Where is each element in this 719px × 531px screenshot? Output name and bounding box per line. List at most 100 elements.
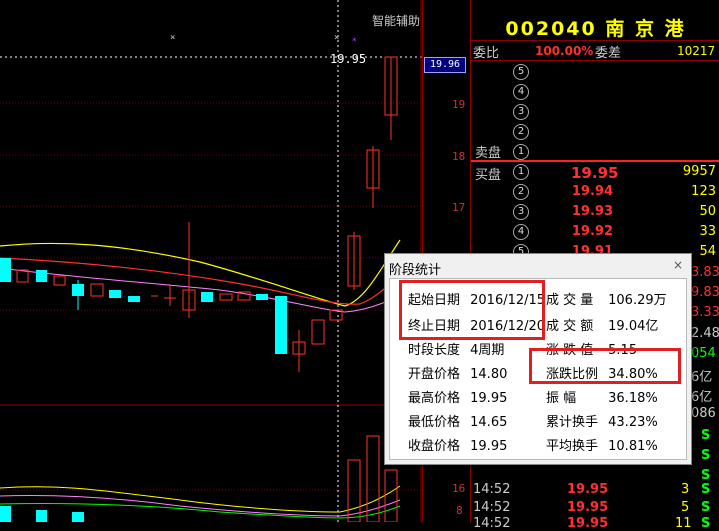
ma-line-yellow xyxy=(0,239,401,307)
weicha-label: 委差 xyxy=(595,46,622,61)
stat-high-price: 最高价格 19.95 xyxy=(408,387,507,406)
level-number: 1 xyxy=(513,144,529,160)
divider xyxy=(471,60,719,61)
bid-price: 19.95 xyxy=(571,164,619,182)
stat-label: 收盘价格 xyxy=(408,439,461,454)
bid-volume: 33 xyxy=(699,224,716,239)
side-value: 3.33 xyxy=(691,305,719,320)
stat-avg-turnover-rate: 平均换手 10.81% xyxy=(546,435,658,454)
buy-level-row[interactable]: 2 19.94 123 xyxy=(471,184,719,204)
level-number: 4 xyxy=(513,84,529,100)
stock-code: 002040 xyxy=(505,18,597,40)
highlight-box-change-pct xyxy=(529,348,681,384)
bid-volume: 123 xyxy=(691,184,716,199)
trade-price: 19.95 xyxy=(567,482,609,497)
stat-value: 10.81% xyxy=(608,439,658,454)
sell-label: 卖盘 xyxy=(475,146,502,161)
marker-x: × xyxy=(334,33,339,43)
trade-volume: 5 xyxy=(681,500,690,515)
close-icon[interactable]: × xyxy=(671,258,685,272)
sell-level-row[interactable]: 4 xyxy=(471,84,719,104)
ma-line-pink xyxy=(0,267,416,313)
stat-label: 累计换手 xyxy=(546,415,599,430)
candle-up xyxy=(219,293,233,301)
level-number: 5 xyxy=(513,64,529,80)
stat-turnover: 成 交 额 19.04亿 xyxy=(546,315,658,334)
stat-label: 成 交 额 xyxy=(546,319,594,334)
stat-cum-turnover-rate: 累计换手 43.23% xyxy=(546,411,658,430)
candle-down xyxy=(275,296,287,354)
highlight-price: 19.95 xyxy=(330,52,367,66)
candle-down xyxy=(0,258,11,282)
kline-chart[interactable]: × × * 智能辅助 19.95 19 18 17 16 8 xyxy=(0,0,465,523)
stat-close-price: 收盘价格 19.95 xyxy=(408,435,507,454)
dialog-title: 阶段统计 xyxy=(389,263,442,278)
level-number: 3 xyxy=(513,104,529,120)
stat-value: 14.65 xyxy=(470,415,508,430)
trade-bs: S xyxy=(701,448,711,463)
trade-volume: 3 xyxy=(681,482,690,497)
buy-level-row[interactable]: 买盘 1 19.95 9957 xyxy=(471,164,719,184)
candle-down xyxy=(36,270,47,282)
side-value: 3.83 xyxy=(691,265,719,280)
marker-x: × xyxy=(170,33,175,43)
stat-label: 最高价格 xyxy=(408,391,461,406)
smart-assist-label[interactable]: 智能辅助 xyxy=(372,12,420,29)
stat-value: 19.95 xyxy=(470,439,508,454)
candle-down xyxy=(109,290,121,298)
stat-value: 14.80 xyxy=(470,367,508,382)
candle-down xyxy=(128,296,140,302)
stock-title: 002040 南 京 港 xyxy=(471,14,719,41)
side-value: 6亿 xyxy=(691,390,713,405)
stat-low-price: 最低价格 14.65 xyxy=(408,411,507,430)
trade-price: 19.95 xyxy=(567,516,609,531)
period-stats-dialog[interactable]: 阶段统计 × 起始日期 2016/12/15 终止日期 2016/12/20 时… xyxy=(384,253,692,465)
trade-bs: S xyxy=(701,500,711,515)
stat-value: 43.23% xyxy=(608,415,658,430)
highlight-box-dates xyxy=(399,280,545,340)
weicha-value: 10217 xyxy=(677,44,716,58)
trade-bs: S xyxy=(701,482,711,497)
trade-bs: S xyxy=(701,428,711,443)
bid-volume: 9957 xyxy=(682,164,716,179)
volume-bar xyxy=(72,512,84,522)
level-number: 3 xyxy=(513,204,529,220)
volume-bar xyxy=(36,510,47,522)
volume-bar xyxy=(0,506,11,522)
trade-time: 14:52 xyxy=(473,516,511,531)
stat-label: 最低价格 xyxy=(408,415,461,430)
stat-label: 成 交 量 xyxy=(546,293,594,308)
buy-label: 买盘 xyxy=(475,168,502,183)
buy-level-row[interactable]: 3 19.93 50 xyxy=(471,204,719,224)
stat-open-price: 开盘价格 14.80 xyxy=(408,363,507,382)
side-value: 2.48 xyxy=(691,326,719,341)
bid-ask-divider xyxy=(471,160,719,162)
candle-up xyxy=(311,319,325,345)
stat-label: 开盘价格 xyxy=(408,367,461,382)
stat-label: 振 幅 xyxy=(546,391,577,406)
side-value: 054 xyxy=(691,346,716,361)
side-value: 086 xyxy=(691,406,716,421)
vol-ma-pink xyxy=(0,495,401,517)
weibi-label: 委比 xyxy=(473,46,500,61)
stat-value: 4周期 xyxy=(470,343,505,358)
bid-volume: 50 xyxy=(699,204,716,219)
trade-time: 14:52 xyxy=(473,482,511,497)
marker-star: * xyxy=(352,37,357,47)
sell-level-row[interactable]: 5 xyxy=(471,64,719,84)
sell-level-row[interactable]: 2 xyxy=(471,124,719,144)
level-number: 1 xyxy=(513,164,529,180)
candle-down xyxy=(72,284,84,296)
level-number: 2 xyxy=(513,184,529,200)
weibi-value: 100.00% xyxy=(535,44,594,58)
stock-name: 南 京 港 xyxy=(605,18,686,40)
divider xyxy=(471,40,719,41)
stat-label: 时段长度 xyxy=(408,343,461,358)
stat-value: 106.29万 xyxy=(608,293,667,308)
sell-level-row[interactable]: 3 xyxy=(471,104,719,124)
bid-price: 19.93 xyxy=(571,204,613,219)
buy-level-row[interactable]: 4 19.92 33 xyxy=(471,224,719,244)
bid-price: 19.94 xyxy=(571,184,613,199)
stat-label: 平均换手 xyxy=(546,439,599,454)
level-number: 2 xyxy=(513,124,529,140)
